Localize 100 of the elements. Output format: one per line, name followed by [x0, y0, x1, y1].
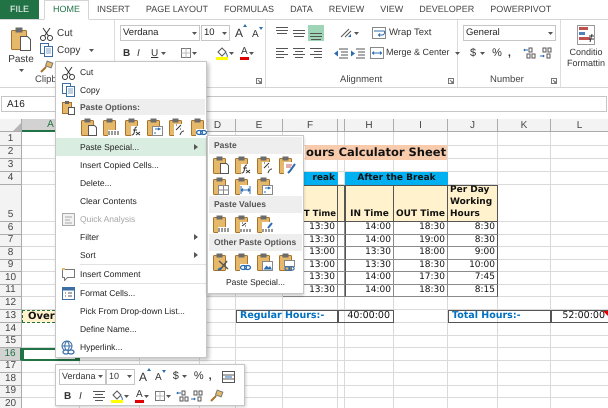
clipboard-icon[interactable]: [146, 116, 164, 136]
shrink-font-button[interactable]: A: [252, 24, 263, 42]
brush-icon[interactable]: [208, 389, 224, 403]
ribbon-tab[interactable]: DEVELOPER: [411, 0, 482, 19]
row-header[interactable]: 6: [0, 222, 22, 234]
merge-center-button[interactable]: Merge & Center: [370, 46, 460, 60]
caret-icon[interactable]: [480, 52, 486, 54]
ribbon-tab[interactable]: VIEW: [372, 0, 412, 19]
row-header[interactable]: 7: [0, 234, 22, 247]
file-tab[interactable]: FILE: [0, 0, 40, 19]
ribbon-tab[interactable]: HOME: [44, 0, 90, 20]
clipboard-icon[interactable]: [212, 176, 230, 196]
clipboard-icon[interactable]: [256, 252, 274, 272]
menu-item[interactable]: Define Name...: [56, 320, 206, 338]
clipboard-icon[interactable]: [234, 176, 252, 196]
ribbon-tab[interactable]: FORMULAS: [216, 0, 282, 19]
caret-icon[interactable]: [248, 52, 254, 54]
clipboard-icon[interactable]: [124, 116, 142, 136]
fill-color-icon[interactable]: [215, 46, 229, 60]
row-header[interactable]: 2: [0, 146, 22, 159]
italic-button[interactable]: I: [137, 46, 151, 60]
borders-icon[interactable]: [154, 390, 166, 402]
clipboard-icon[interactable]: [278, 154, 296, 174]
row-header[interactable]: 4: [0, 172, 22, 185]
menu-item[interactable]: Copy: [56, 81, 206, 99]
caret-icon[interactable]: [89, 48, 94, 52]
increase-decimal-icon[interactable]: [176, 390, 190, 402]
clipboard-icon[interactable]: [234, 252, 252, 272]
column-header[interactable]: H: [345, 119, 394, 132]
caret-icon[interactable]: [98, 375, 103, 378]
clipboard-icon[interactable]: [190, 116, 208, 136]
row-header[interactable]: 11: [0, 284, 22, 297]
align-right-icon[interactable]: [308, 45, 324, 61]
caret-icon[interactable]: [222, 32, 227, 34]
column-header[interactable]: E: [236, 119, 283, 132]
increase-decimal-icon[interactable]: [522, 47, 537, 59]
grow-font-button[interactable]: A: [139, 368, 152, 386]
menu-item[interactable]: Insert Comment: [56, 265, 206, 283]
decrease-decimal-icon[interactable]: [190, 390, 204, 402]
caret-icon[interactable]: [192, 32, 197, 34]
clipboard-icon[interactable]: [212, 154, 230, 174]
clipboard-icon[interactable]: [102, 116, 120, 136]
currency-button[interactable]: $: [470, 44, 476, 62]
row-header[interactable]: 19: [0, 386, 22, 398]
conditional-formatting-button[interactable]: Conditio Formattin: [564, 25, 608, 69]
column-header[interactable]: L: [551, 119, 608, 132]
menu-item[interactable]: Insert Copied Cells...: [56, 156, 206, 174]
menu-item[interactable]: Cut: [56, 63, 206, 81]
menu-item[interactable]: Sort: [56, 246, 206, 264]
grow-font-button[interactable]: A: [235, 24, 248, 42]
menu-item[interactable]: Delete...: [56, 174, 206, 192]
row-header[interactable]: 14: [0, 323, 22, 336]
font-name-field[interactable]: Verdana: [59, 368, 106, 384]
clipboard-icon[interactable]: [234, 214, 252, 234]
column-header[interactable]: F: [283, 119, 338, 132]
menu-item[interactable]: Hyperlink...: [56, 338, 206, 356]
text-angle-icon[interactable]: [339, 27, 353, 39]
number-format-field[interactable]: General: [463, 25, 556, 41]
increase-indent-icon[interactable]: [350, 47, 366, 59]
fill-color-icon[interactable]: [110, 389, 124, 403]
clipboard-icon[interactable]: [168, 116, 186, 136]
currency-button[interactable]: $: [172, 368, 179, 385]
clipboard-icon[interactable]: [278, 252, 296, 272]
caret-icon[interactable]: [229, 52, 234, 54]
caret-icon[interactable]: [354, 32, 359, 34]
row-header[interactable]: 13: [0, 310, 22, 323]
dialog-launcher-icon[interactable]: [551, 78, 557, 84]
row-header[interactable]: 18: [0, 373, 22, 386]
dialog-launcher-icon[interactable]: [448, 78, 454, 84]
decrease-indent-icon[interactable]: [333, 47, 349, 59]
caret-icon[interactable]: [161, 52, 166, 54]
row-header[interactable]: 8: [0, 247, 22, 260]
percent-button[interactable]: %: [492, 44, 502, 62]
column-header[interactable]: J: [448, 119, 498, 132]
ribbon-tab[interactable]: DATA: [282, 0, 321, 19]
table-format-icon[interactable]: [222, 370, 235, 382]
align-center-icon[interactable]: [291, 45, 307, 61]
row-header[interactable]: 10: [0, 272, 22, 284]
row-header[interactable]: 3: [0, 159, 22, 172]
row-header[interactable]: 1: [0, 132, 22, 146]
caret-icon[interactable]: [548, 32, 553, 34]
caret-icon[interactable]: [454, 52, 460, 54]
align-left-icon[interactable]: [274, 45, 290, 61]
row-header[interactable]: 17: [0, 360, 22, 373]
menu-item[interactable]: Clear Contents: [56, 192, 206, 210]
menu-item[interactable]: Filter: [56, 228, 206, 246]
cut-button[interactable]: Cut: [39, 26, 94, 40]
copy-button[interactable]: Copy: [39, 43, 94, 57]
underline-button[interactable]: U: [151, 46, 161, 60]
caret-icon[interactable]: [182, 375, 187, 378]
font-size-field[interactable]: 10: [106, 368, 135, 384]
shrink-font-button[interactable]: A: [155, 368, 166, 385]
align-bottom-icon[interactable]: [308, 25, 324, 41]
font-size-field[interactable]: 10: [201, 25, 230, 41]
comma-button[interactable]: ,: [508, 44, 511, 62]
clipboard-icon[interactable]: [212, 214, 230, 234]
dialog-launcher-icon[interactable]: [256, 78, 262, 84]
decrease-decimal-icon[interactable]: [538, 47, 553, 59]
italic-button[interactable]: I: [79, 388, 91, 404]
clipboard-icon[interactable]: [256, 154, 274, 174]
